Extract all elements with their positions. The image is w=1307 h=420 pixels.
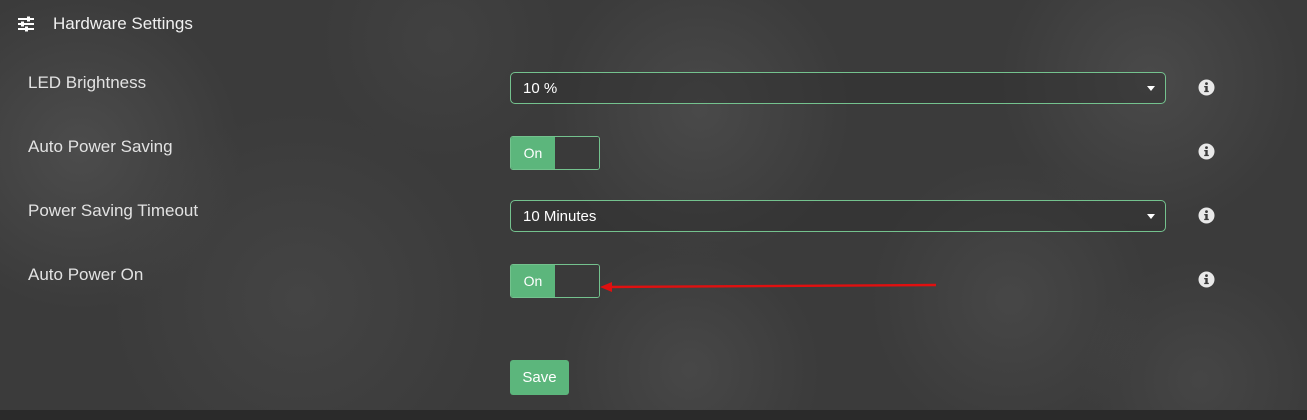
sliders-icon [18,16,34,32]
led-brightness-select[interactable]: 10 % [510,72,1166,104]
caret-down-icon [1147,214,1155,219]
toggle-knob [555,137,599,169]
annotation-arrow [600,282,937,292]
auto-power-saving-label: Auto Power Saving [28,137,173,156]
power-saving-timeout-label: Power Saving Timeout [28,201,199,220]
power-saving-timeout-select[interactable]: 10 Minutes [510,200,1166,232]
caret-down-icon [1147,86,1155,91]
auto-power-on-toggle[interactable]: On [510,264,600,298]
toggle-on-label: On [511,265,555,297]
hardware-settings-panel: Hardware Settings LED Brightness 10 % Au… [0,0,1307,410]
power-saving-timeout-value: 10 Minutes [523,208,597,225]
info-icon[interactable] [1198,207,1215,224]
auto-power-on-label: Auto Power On [28,265,144,284]
save-button[interactable]: Save [510,360,569,395]
info-icon[interactable] [1198,143,1215,160]
toggle-on-label: On [511,137,555,169]
info-icon[interactable] [1198,271,1215,288]
auto-power-saving-toggle[interactable]: On [510,136,600,170]
led-brightness-label: LED Brightness [28,73,147,92]
toggle-knob [555,265,599,297]
led-brightness-value: 10 % [523,80,558,97]
panel-title: Hardware Settings [53,14,193,33]
info-icon[interactable] [1198,79,1215,96]
